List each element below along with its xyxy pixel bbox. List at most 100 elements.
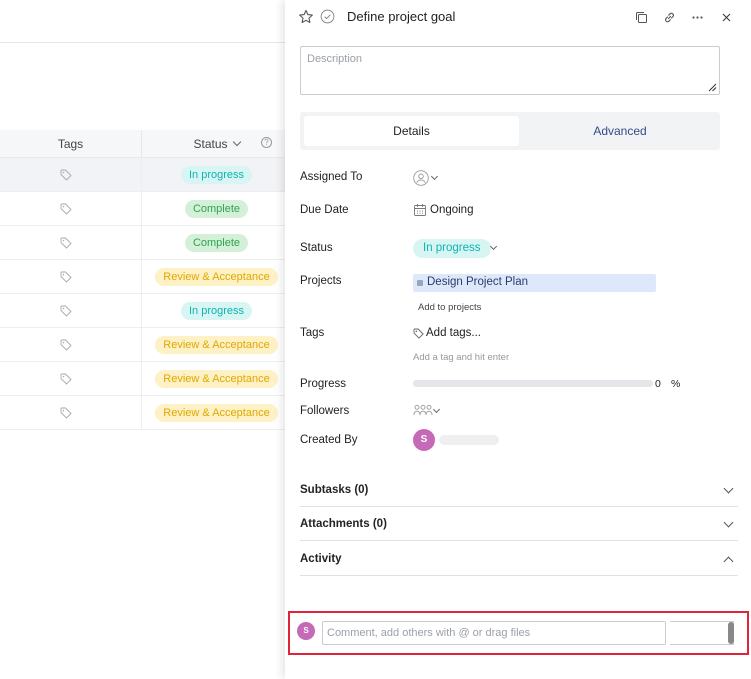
table-row[interactable]: Review & Acceptance bbox=[0, 396, 290, 430]
calendar-icon[interactable] bbox=[413, 203, 427, 217]
progress-bar[interactable] bbox=[413, 380, 653, 387]
tag-icon[interactable] bbox=[60, 169, 72, 181]
tag-icon[interactable] bbox=[60, 305, 72, 317]
chevron-down-icon bbox=[232, 137, 241, 147]
tags-cell[interactable] bbox=[0, 226, 142, 260]
comment-scrollbar[interactable] bbox=[728, 622, 734, 644]
more-icon[interactable] bbox=[691, 11, 704, 24]
chevron-down-icon bbox=[723, 483, 734, 494]
user-icon bbox=[413, 170, 429, 186]
activity-title: Activity bbox=[300, 553, 342, 565]
creator-avatar[interactable]: S bbox=[413, 429, 435, 451]
status-badge[interactable]: Review & Acceptance bbox=[155, 268, 278, 286]
add-tags-input[interactable]: Add tags... bbox=[426, 327, 481, 339]
status-badge[interactable]: In progress bbox=[413, 239, 491, 258]
tags-cell[interactable] bbox=[0, 328, 142, 362]
tab-details[interactable]: Details bbox=[304, 116, 519, 146]
table-divider bbox=[0, 42, 290, 43]
status-cell[interactable]: Review & Acceptance bbox=[143, 328, 290, 362]
status-badge[interactable]: Complete bbox=[184, 234, 249, 252]
attachments-title: Attachments (0) bbox=[300, 518, 387, 530]
table-row[interactable]: Review & Acceptance bbox=[0, 328, 290, 362]
project-color-swatch bbox=[417, 280, 423, 286]
tags-cell[interactable] bbox=[0, 294, 142, 328]
tab-advanced[interactable]: Advanced bbox=[522, 116, 718, 146]
comment-composer: S Comment, add others with @ or drag fil… bbox=[288, 611, 749, 655]
status-cell[interactable]: In progress bbox=[143, 294, 290, 328]
tags-cell[interactable] bbox=[0, 158, 142, 192]
progress-label: Progress bbox=[300, 378, 347, 390]
followers-label: Followers bbox=[300, 405, 350, 417]
tags-cell[interactable] bbox=[0, 396, 142, 430]
copy-icon[interactable] bbox=[635, 11, 648, 24]
users-group-icon bbox=[413, 404, 433, 416]
tag-icon bbox=[413, 328, 424, 339]
subtasks-title: Subtasks (0) bbox=[300, 484, 369, 496]
check-circle-icon[interactable] bbox=[320, 9, 335, 24]
activity-section[interactable]: Activity bbox=[300, 542, 738, 576]
task-title[interactable]: Define project goal bbox=[347, 9, 455, 24]
table-row[interactable]: Complete bbox=[0, 226, 290, 260]
link-icon[interactable] bbox=[663, 11, 676, 24]
subtasks-section[interactable]: Subtasks (0) bbox=[300, 473, 738, 507]
star-icon[interactable] bbox=[298, 9, 314, 25]
table-row[interactable]: In progress bbox=[0, 294, 290, 328]
status-badge[interactable]: Complete bbox=[184, 200, 249, 218]
comment-actions[interactable] bbox=[670, 621, 734, 645]
status-cell[interactable]: In progress bbox=[143, 158, 290, 192]
commenter-avatar: S bbox=[297, 622, 315, 640]
column-header-status-label: Status bbox=[193, 137, 228, 151]
close-icon[interactable] bbox=[720, 11, 733, 24]
due-date-label: Due Date bbox=[300, 204, 349, 216]
status-cell[interactable]: Review & Acceptance bbox=[143, 396, 290, 430]
tag-hint: Add a tag and hit enter bbox=[413, 352, 510, 363]
table-row[interactable]: Complete bbox=[0, 192, 290, 226]
status-badge[interactable]: Review & Acceptance bbox=[155, 404, 278, 422]
status-cell[interactable]: Complete bbox=[143, 192, 290, 226]
table-row[interactable]: In progress bbox=[0, 158, 290, 192]
column-header-tags[interactable]: Tags bbox=[0, 130, 142, 158]
table-row[interactable]: Review & Acceptance bbox=[0, 260, 290, 294]
tags-cell[interactable] bbox=[0, 192, 142, 226]
description-field[interactable]: Description bbox=[300, 46, 720, 95]
status-badge[interactable]: Review & Acceptance bbox=[155, 370, 278, 388]
task-table: Tags Status ? In progress Complete Complet… bbox=[0, 0, 290, 679]
description-placeholder: Description bbox=[307, 53, 363, 65]
resize-grip-icon[interactable] bbox=[707, 82, 717, 92]
tags-cell[interactable] bbox=[0, 260, 142, 294]
project-name: Design Project Plan bbox=[427, 276, 528, 288]
tag-icon[interactable] bbox=[60, 203, 72, 215]
progress-value: 0 bbox=[655, 378, 661, 390]
status-cell[interactable]: Review & Acceptance bbox=[143, 362, 290, 396]
assigned-to-label: Assigned To bbox=[300, 171, 363, 183]
status-label: Status bbox=[300, 242, 333, 254]
comment-input[interactable]: Comment, add others with @ or drag files bbox=[322, 621, 666, 645]
tab-bar: Details Advanced bbox=[300, 112, 720, 150]
status-badge[interactable]: In progress bbox=[180, 302, 253, 320]
creator-name-redacted bbox=[439, 435, 499, 445]
projects-label: Projects bbox=[300, 275, 342, 287]
chevron-down-icon bbox=[723, 517, 734, 528]
table-header: Tags Status ? bbox=[0, 130, 290, 158]
tag-icon[interactable] bbox=[60, 373, 72, 385]
attachments-section[interactable]: Attachments (0) bbox=[300, 507, 738, 541]
tag-icon[interactable] bbox=[60, 237, 72, 249]
chevron-down-icon[interactable] bbox=[489, 242, 498, 251]
progress-unit: % bbox=[671, 378, 681, 390]
tag-icon[interactable] bbox=[60, 339, 72, 351]
due-date-value[interactable]: Ongoing bbox=[430, 204, 473, 216]
tags-cell[interactable] bbox=[0, 362, 142, 396]
status-cell[interactable]: Review & Acceptance bbox=[143, 260, 290, 294]
tag-icon[interactable] bbox=[60, 271, 72, 283]
table-row[interactable]: Review & Acceptance bbox=[0, 362, 290, 396]
task-detail-panel: Define project goal Description Details … bbox=[285, 0, 751, 679]
status-badge[interactable]: In progress bbox=[180, 166, 253, 184]
chevron-down-icon bbox=[430, 172, 439, 181]
project-chip[interactable]: Design Project Plan bbox=[413, 274, 656, 292]
add-to-projects-link[interactable]: Add to projects bbox=[418, 302, 481, 313]
tag-icon[interactable] bbox=[60, 407, 72, 419]
help-icon[interactable]: ? bbox=[261, 137, 272, 148]
status-cell[interactable]: Complete bbox=[143, 226, 290, 260]
status-badge[interactable]: Review & Acceptance bbox=[155, 336, 278, 354]
created-by-label: Created By bbox=[300, 434, 358, 446]
